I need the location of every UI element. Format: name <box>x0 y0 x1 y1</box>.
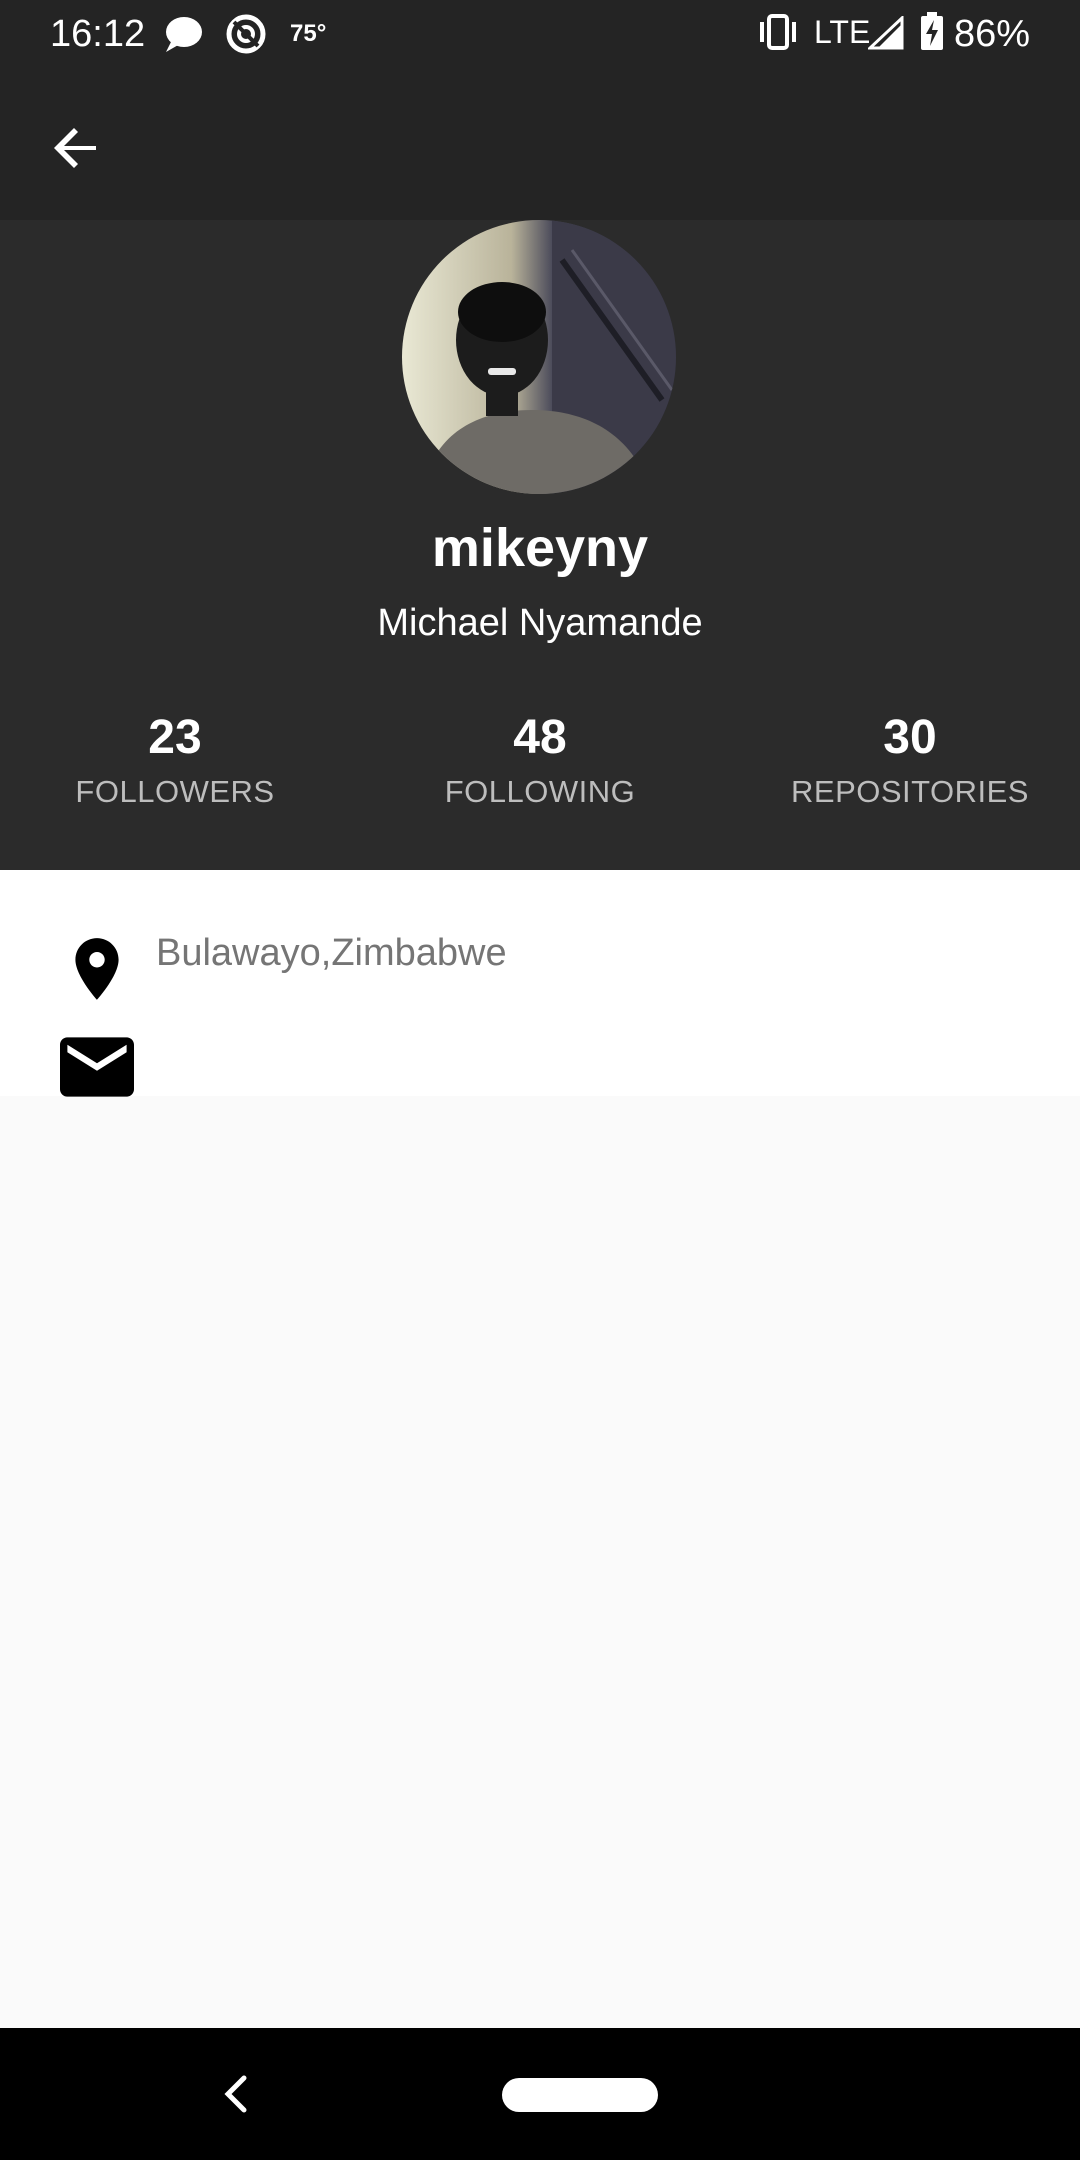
mail-icon <box>60 1037 134 1097</box>
signal-icon <box>868 16 904 50</box>
status-bar: 16:12 75° LTE 86% <box>0 0 1080 68</box>
ring-app-icon <box>226 14 266 54</box>
message-bubble-icon <box>166 17 202 52</box>
location-row: Bulawayo,Zimbabwe <box>60 932 507 1006</box>
stat-following[interactable]: 48 FOLLOWING <box>410 708 670 812</box>
following-count: 48 <box>513 711 567 764</box>
email-row[interactable] <box>60 1030 156 1104</box>
followers-label: FOLLOWERS <box>75 774 275 809</box>
status-temperature: 75° <box>290 20 327 47</box>
location-text: Bulawayo,Zimbabwe <box>156 932 507 974</box>
system-nav-bar <box>0 2028 1080 2160</box>
vibrate-icon <box>760 14 796 50</box>
location-pin-icon <box>75 938 119 1000</box>
avatar-photo <box>402 220 676 494</box>
stat-repositories[interactable]: 30 REPOSITORIES <box>760 708 1060 812</box>
status-network: LTE <box>814 14 871 50</box>
repositories-count: 30 <box>883 711 937 764</box>
stat-followers[interactable]: 23 FOLLOWERS <box>60 708 290 812</box>
full-name: Michael Nyamande <box>377 602 703 644</box>
profile-header: mikeyny Michael Nyamande 23 FOLLOWERS 48… <box>0 220 1080 870</box>
avatar[interactable] <box>402 220 676 494</box>
nav-home-pill[interactable] <box>502 2078 658 2112</box>
status-time: 16:12 <box>50 13 146 55</box>
username: mikeyny <box>431 518 649 578</box>
app-bar <box>0 68 1080 220</box>
repositories-label: REPOSITORIES <box>791 774 1029 809</box>
back-arrow-icon <box>54 128 96 168</box>
battery-charging-icon <box>921 12 943 50</box>
profile-details: Bulawayo,Zimbabwe <box>0 870 1080 1097</box>
back-button[interactable] <box>42 114 110 182</box>
following-label: FOLLOWING <box>444 774 636 809</box>
status-battery: 86% <box>954 13 1031 55</box>
nav-back-icon[interactable] <box>216 2072 260 2116</box>
followers-count: 23 <box>148 711 202 764</box>
